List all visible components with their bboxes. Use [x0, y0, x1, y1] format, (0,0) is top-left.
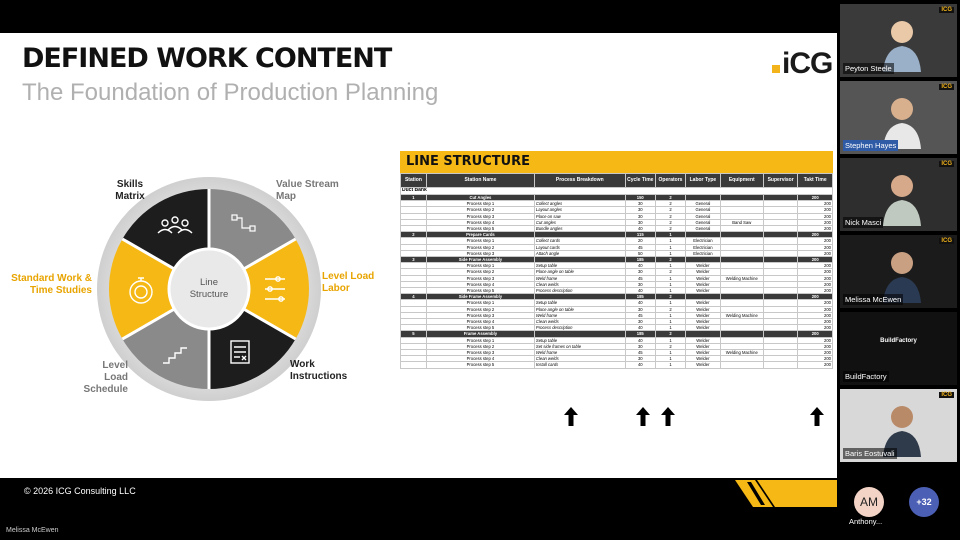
up-arrow-icon	[661, 407, 675, 426]
participants-panel: ICG Peyton Steele ICG Stephen Hayes ICG Nick …	[837, 0, 960, 540]
icg-badge: ICG	[939, 161, 954, 167]
annotation-arrows	[564, 407, 824, 426]
participant-name: Nick Masci	[843, 217, 884, 228]
up-arrow-icon	[564, 407, 578, 426]
up-arrow-icon	[636, 407, 650, 426]
copyright-text: © 2026 ICG Consulting LLC	[24, 486, 136, 496]
participant-tile[interactable]: ICG Stephen Hayes	[840, 81, 957, 154]
presenter-name: Melissa McEwen	[6, 527, 59, 534]
avatar-anthony-name: Anthony...	[849, 517, 883, 526]
meeting-window: DEFINED WORK CONTENT The Foundation of P…	[0, 0, 960, 540]
shared-slide: DEFINED WORK CONTENT The Foundation of P…	[0, 33, 837, 507]
participant-tile[interactable]: ICG Peyton Steele	[840, 4, 957, 77]
participant-name: Peyton Steele	[843, 63, 894, 74]
icg-badge: ICG	[939, 238, 954, 244]
icg-badge: ICG	[939, 7, 954, 13]
participant-tile[interactable]: ICG Nick Masci	[840, 158, 957, 231]
participant-tile[interactable]: ICG Melissa McEwen	[840, 235, 957, 308]
participant-tile[interactable]: BuildFactory BuildFactory	[840, 312, 957, 385]
participant-name: Stephen Hayes	[843, 140, 899, 151]
footer-stripe	[735, 480, 837, 507]
up-arrow-icon	[810, 407, 824, 426]
participant-tile[interactable]: ICG Baris Eostuvali	[840, 389, 957, 462]
participant-name: BuildFactory	[843, 371, 889, 382]
participant-name: Baris Eostuvali	[843, 448, 897, 459]
avatar-anthony[interactable]: AM	[854, 487, 884, 517]
participant-video-icon	[883, 175, 921, 226]
more-participants-button[interactable]: +32	[909, 487, 939, 517]
icg-badge: ICG	[939, 84, 954, 90]
icg-badge: ICG	[939, 392, 954, 398]
participant-name: Melissa McEwen	[843, 294, 904, 305]
slide-footer: © 2026 ICG Consulting LLC	[0, 478, 837, 507]
buildfactory-logo: BuildFactory	[880, 338, 917, 344]
